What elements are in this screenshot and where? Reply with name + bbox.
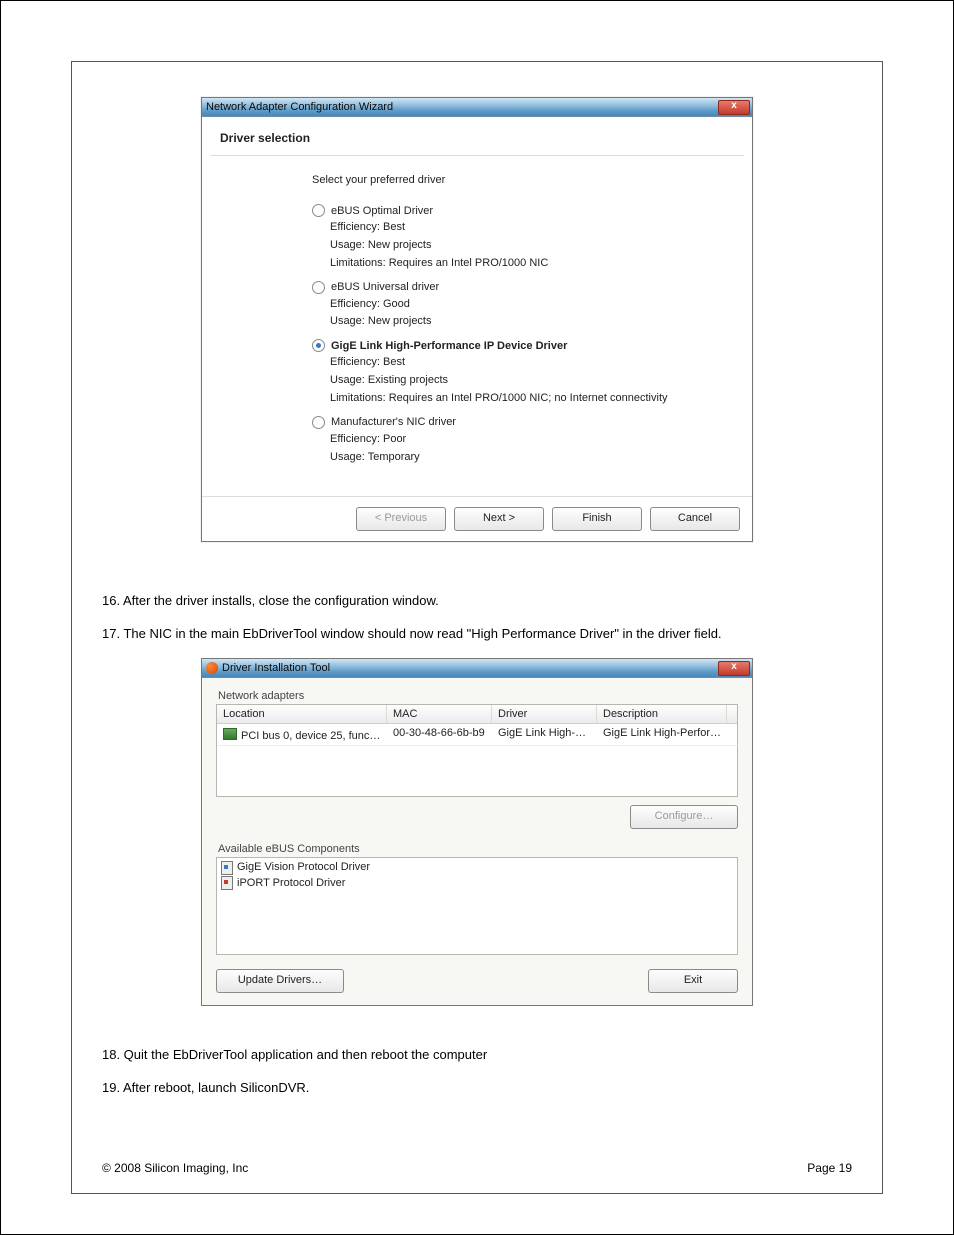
wizard-titlebar: Network Adapter Configuration Wizard x <box>202 98 752 117</box>
previous-button[interactable]: < Previous <box>356 507 446 531</box>
radio-icon[interactable] <box>312 204 325 217</box>
driver-option-ebus-universal[interactable]: eBUS Universal driver Efficiency: Good U… <box>312 281 732 330</box>
app-icon <box>206 662 218 674</box>
close-icon[interactable]: x <box>718 661 750 676</box>
wizard-lead: Select your preferred driver <box>312 174 732 186</box>
list-item[interactable]: iPORT Protocol Driver <box>221 876 733 891</box>
driver-tool-dialog: Driver Installation Tool x Network adapt… <box>201 658 753 1006</box>
available-components-label: Available eBUS Components <box>218 843 738 855</box>
option-efficiency: Efficiency: Best <box>330 355 732 370</box>
driver-option-gige-link[interactable]: GigE Link High-Performance IP Device Dri… <box>312 339 732 406</box>
col-mac[interactable]: MAC <box>387 705 492 723</box>
option-limitations: Limitations: Requires an Intel PRO/1000 … <box>330 391 732 406</box>
configure-button[interactable]: Configure… <box>630 805 738 829</box>
wizard-body: Select your preferred driver eBUS Optima… <box>202 164 752 476</box>
cell-description: GigE Link High-Performance IP Devi… <box>597 724 727 746</box>
col-location[interactable]: Location <box>217 705 387 723</box>
nic-icon <box>223 728 237 740</box>
cell-location: PCI bus 0, device 25, function 0 <box>217 724 387 746</box>
wizard-footer: < Previous Next > Finish Cancel <box>202 496 752 541</box>
component-label: iPORT Protocol Driver <box>237 876 345 891</box>
option-label: eBUS Universal driver <box>331 281 439 293</box>
component-label: GigE Vision Protocol Driver <box>237 860 370 875</box>
copyright: © 2008 Silicon Imaging, Inc <box>102 1161 248 1175</box>
option-efficiency: Efficiency: Good <box>330 297 732 312</box>
option-efficiency: Efficiency: Poor <box>330 432 732 447</box>
radio-icon[interactable] <box>312 281 325 294</box>
radio-icon[interactable] <box>312 339 325 352</box>
wizard-heading: Driver selection <box>202 117 752 155</box>
close-icon[interactable]: x <box>718 100 750 115</box>
step-18: 18. Quit the EbDriverTool application an… <box>102 1046 852 1065</box>
wizard-title: Network Adapter Configuration Wizard <box>206 101 393 113</box>
option-usage: Usage: Temporary <box>330 450 732 465</box>
option-usage: Usage: New projects <box>330 238 732 253</box>
option-usage: Usage: Existing projects <box>330 373 732 388</box>
option-label: Manufacturer's NIC driver <box>331 416 456 428</box>
finish-button[interactable]: Finish <box>552 507 642 531</box>
step-16: 16. After the driver installs, close the… <box>102 592 852 611</box>
table-empty-area <box>217 746 737 796</box>
option-label: eBUS Optimal Driver <box>331 205 433 217</box>
step-17: 17. The NIC in the main EbDriverTool win… <box>102 625 852 644</box>
cell-mac: 00-30-48-66-6b-b9 <box>387 724 492 746</box>
page-footer: © 2008 Silicon Imaging, Inc Page 19 <box>102 1161 852 1175</box>
driver-option-manufacturer[interactable]: Manufacturer's NIC driver Efficiency: Po… <box>312 416 732 465</box>
step-19: 19. After reboot, launch SiliconDVR. <box>102 1079 852 1098</box>
col-description[interactable]: Description <box>597 705 727 723</box>
table-header: Location MAC Driver Description <box>217 705 737 724</box>
option-usage: Usage: New projects <box>330 314 732 329</box>
tool-titlebar: Driver Installation Tool x <box>202 659 752 678</box>
wizard-dialog: Network Adapter Configuration Wizard x D… <box>201 97 753 542</box>
option-limitations: Limitations: Requires an Intel PRO/1000 … <box>330 256 732 271</box>
cell-driver: GigE Link High-Perfor… <box>492 724 597 746</box>
col-driver[interactable]: Driver <box>492 705 597 723</box>
driver-icon <box>221 876 233 890</box>
update-drivers-button[interactable]: Update Drivers… <box>216 969 344 993</box>
components-list: GigE Vision Protocol Driver iPORT Protoc… <box>216 857 738 955</box>
exit-button[interactable]: Exit <box>648 969 738 993</box>
driver-option-ebus-optimal[interactable]: eBUS Optimal Driver Efficiency: Best Usa… <box>312 204 732 271</box>
option-label: GigE Link High-Performance IP Device Dri… <box>331 340 567 352</box>
table-row[interactable]: PCI bus 0, device 25, function 0 00-30-4… <box>217 724 737 746</box>
page-number: Page 19 <box>807 1161 852 1175</box>
network-adapters-label: Network adapters <box>218 690 738 702</box>
adapters-table: Location MAC Driver Description PCI bus … <box>216 704 738 797</box>
next-button[interactable]: Next > <box>454 507 544 531</box>
radio-icon[interactable] <box>312 416 325 429</box>
tool-title: Driver Installation Tool <box>222 662 330 674</box>
option-efficiency: Efficiency: Best <box>330 220 732 235</box>
divider <box>210 155 744 156</box>
cancel-button[interactable]: Cancel <box>650 507 740 531</box>
list-item[interactable]: GigE Vision Protocol Driver <box>221 860 733 875</box>
driver-icon <box>221 861 233 875</box>
